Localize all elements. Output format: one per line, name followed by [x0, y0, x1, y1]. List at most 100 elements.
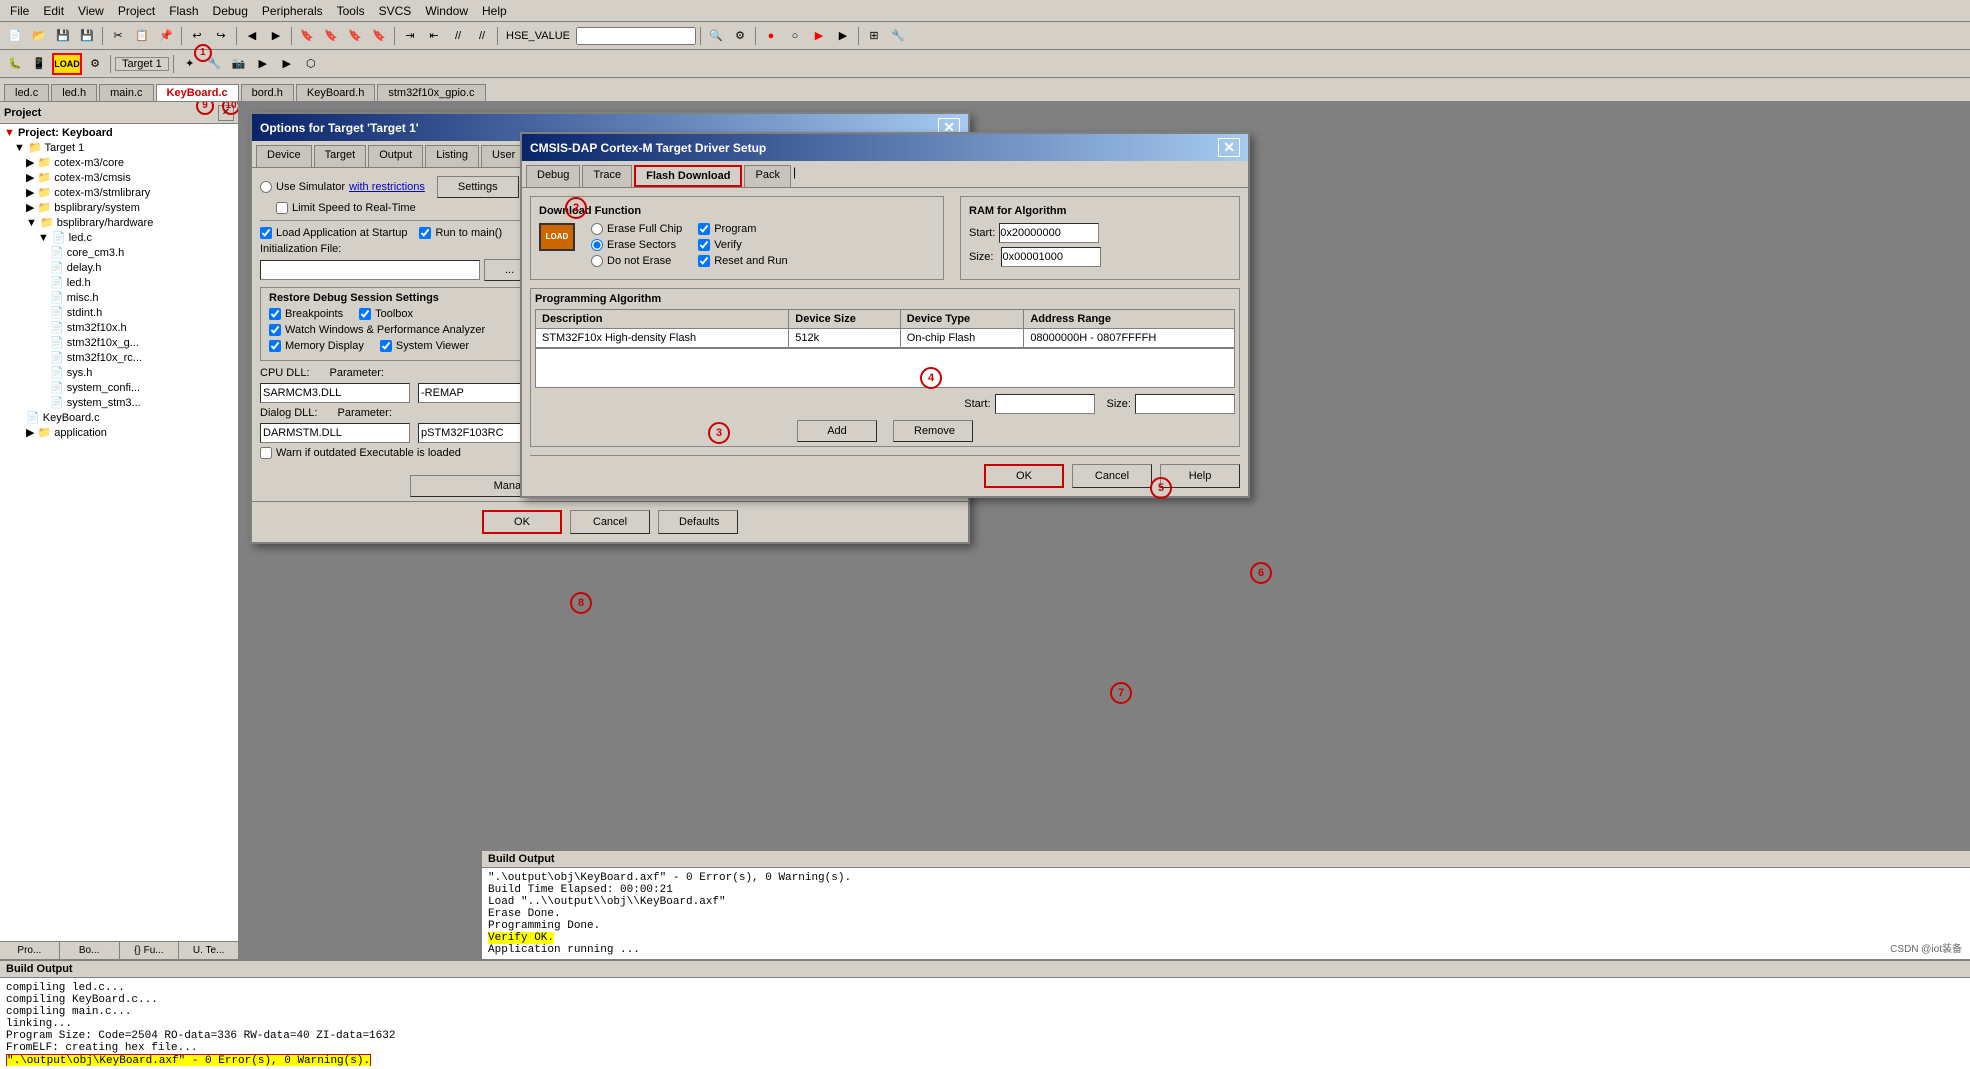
tree-delay-h[interactable]: 📄 delay.h — [2, 260, 236, 275]
cmsis-help-btn[interactable]: Help — [1160, 464, 1240, 488]
tab-output[interactable]: Output — [368, 145, 423, 167]
tree-stm32f10x-h[interactable]: 📄 stm32f10x.h — [2, 320, 236, 335]
ram-size-input[interactable] — [1001, 247, 1101, 267]
next-bookmark-button[interactable]: 🔖 — [344, 25, 366, 47]
device-button[interactable]: 📱 — [28, 53, 50, 75]
tab-led-c[interactable]: led.c — [4, 84, 49, 101]
panel-close-btn[interactable]: ✕ — [218, 105, 234, 121]
cut-button[interactable]: ✂ — [107, 25, 129, 47]
uncomment-button[interactable]: // — [471, 25, 493, 47]
bookmark-button[interactable]: 🔖 — [296, 25, 318, 47]
menu-view[interactable]: View — [72, 2, 110, 20]
config5-button[interactable]: ▶ — [276, 53, 298, 75]
limit-speed-check[interactable] — [276, 202, 288, 214]
ram-start-input[interactable] — [999, 223, 1099, 243]
new-button[interactable]: 📄 — [4, 25, 26, 47]
tree-stm32-g[interactable]: 📄 stm32f10x_g... — [2, 335, 236, 350]
tab-led-h[interactable]: led.h — [51, 84, 97, 101]
tree-keyboard-c[interactable]: 📄 KeyBoard.c — [2, 410, 236, 425]
warn-exe-check-left[interactable] — [260, 447, 272, 459]
cmsis-tab-debug[interactable]: Debug — [526, 165, 580, 187]
panel-tab-bo[interactable]: Bo... — [60, 942, 120, 959]
indent-button[interactable]: ⇥ — [399, 25, 421, 47]
search-button[interactable]: 🔍 — [705, 25, 727, 47]
back-button[interactable]: ◀ — [241, 25, 263, 47]
cpu-dll-input[interactable] — [260, 383, 410, 403]
redo-button[interactable]: ↪ — [210, 25, 232, 47]
menu-debug[interactable]: Debug — [207, 2, 254, 20]
panel-tab-fu[interactable]: {} Fu... — [120, 942, 180, 959]
toolbox-check[interactable] — [359, 308, 371, 320]
tree-project-root[interactable]: ▼ Project: Keyboard — [2, 126, 236, 140]
with-restrictions-link[interactable]: with restrictions — [349, 181, 425, 193]
clear-bookmarks-button[interactable]: 🔖 — [368, 25, 390, 47]
size-input-prog[interactable] — [1135, 394, 1235, 414]
tree-led-h[interactable]: 📄 led.h — [2, 275, 236, 290]
tree-stm32-rc[interactable]: 📄 stm32f10x_rc... — [2, 350, 236, 365]
left-settings-btn[interactable]: Settings — [437, 176, 519, 198]
menu-project[interactable]: Project — [112, 2, 161, 20]
menu-svcs[interactable]: SVCS — [373, 2, 418, 20]
menu-window[interactable]: Window — [419, 2, 474, 20]
tab-target[interactable]: Target — [314, 145, 367, 167]
tree-cotex-cmsis[interactable]: ▶ 📁 cotex-m3/cmsis — [2, 170, 236, 185]
tree-bsp-system[interactable]: ▶ 📁 bsplibrary/system — [2, 200, 236, 215]
cmsis-tab-pack[interactable]: Pack — [744, 165, 790, 187]
run2-button[interactable]: ▶ — [832, 25, 854, 47]
tree-system-confi[interactable]: 📄 system_confi... — [2, 380, 236, 395]
erase-sectors-radio[interactable] — [591, 239, 603, 251]
tree-cotex-stmlib[interactable]: ▶ 📁 cotex-m3/stmlibrary — [2, 185, 236, 200]
hse-input[interactable] — [576, 27, 696, 45]
cmsis-tab-flash[interactable]: Flash Download — [634, 165, 742, 187]
tree-sys-h[interactable]: 📄 sys.h — [2, 365, 236, 380]
open-button[interactable]: 📂 — [28, 25, 50, 47]
verify-check[interactable] — [698, 239, 710, 251]
paste-button[interactable]: 📌 — [155, 25, 177, 47]
save-all-button[interactable]: 💾 — [76, 25, 98, 47]
tree-system-stm3[interactable]: 📄 system_stm3... — [2, 395, 236, 410]
menu-help[interactable]: Help — [476, 2, 513, 20]
tab-device[interactable]: Device — [256, 145, 312, 167]
panel-tab-te[interactable]: U. Te... — [179, 942, 238, 959]
add-btn[interactable]: Add — [797, 420, 877, 442]
config3-button[interactable]: 📷 — [228, 53, 250, 75]
tree-led-c[interactable]: ▼ 📄 led.c — [2, 230, 236, 245]
copy-button[interactable]: 📋 — [131, 25, 153, 47]
tree-cotex-core[interactable]: ▶ 📁 cotex-m3/core — [2, 155, 236, 170]
circle-button[interactable]: ○ — [784, 25, 806, 47]
save-button[interactable]: 💾 — [52, 25, 74, 47]
run-button[interactable]: ▶ — [808, 25, 830, 47]
stop-button[interactable]: ● — [760, 25, 782, 47]
load-app-check[interactable] — [260, 227, 272, 239]
config4-button[interactable]: ▶ — [252, 53, 274, 75]
panel-tab-pro[interactable]: Pro... — [0, 942, 60, 959]
cmsis-cancel-btn[interactable]: Cancel — [1072, 464, 1152, 488]
options-ok-btn[interactable]: OK — [482, 510, 562, 534]
outdent-button[interactable]: ⇤ — [423, 25, 445, 47]
tree-stdint-h[interactable]: 📄 stdint.h — [2, 305, 236, 320]
tree-misc-h[interactable]: 📄 misc.h — [2, 290, 236, 305]
tab-listing[interactable]: Listing — [425, 145, 479, 167]
reset-run-check[interactable] — [698, 255, 710, 267]
menu-peripherals[interactable]: Peripherals — [256, 2, 329, 20]
comment-button[interactable]: // — [447, 25, 469, 47]
init-file-input[interactable] — [260, 260, 480, 280]
tree-core-cm3[interactable]: 📄 core_cm3.h — [2, 245, 236, 260]
config6-button[interactable]: ⬡ — [300, 53, 322, 75]
memory-display-check[interactable] — [269, 340, 281, 352]
menu-flash[interactable]: Flash — [163, 2, 204, 20]
target-options-button[interactable]: ⚙ — [84, 53, 106, 75]
simulator-radio[interactable] — [260, 181, 272, 193]
tools-tb-button[interactable]: 🔧 — [887, 25, 909, 47]
menu-file[interactable]: File — [4, 2, 35, 20]
tree-bsp-hardware[interactable]: ▼ 📁 bsplibrary/hardware — [2, 215, 236, 230]
watch-windows-check[interactable] — [269, 324, 281, 336]
tab-keyboard-h[interactable]: KeyBoard.h — [296, 84, 375, 101]
do-not-erase-radio[interactable] — [591, 255, 603, 267]
table-row[interactable]: STM32F10x High-density Flash 512k On-chi… — [536, 329, 1235, 348]
start-input-prog[interactable] — [995, 394, 1095, 414]
cmsis-tab-trace[interactable]: Trace — [582, 165, 632, 187]
load-icon-btn[interactable]: LOAD — [52, 53, 82, 75]
erase-full-chip-radio[interactable] — [591, 223, 603, 235]
tree-application[interactable]: ▶ 📁 application — [2, 425, 236, 440]
